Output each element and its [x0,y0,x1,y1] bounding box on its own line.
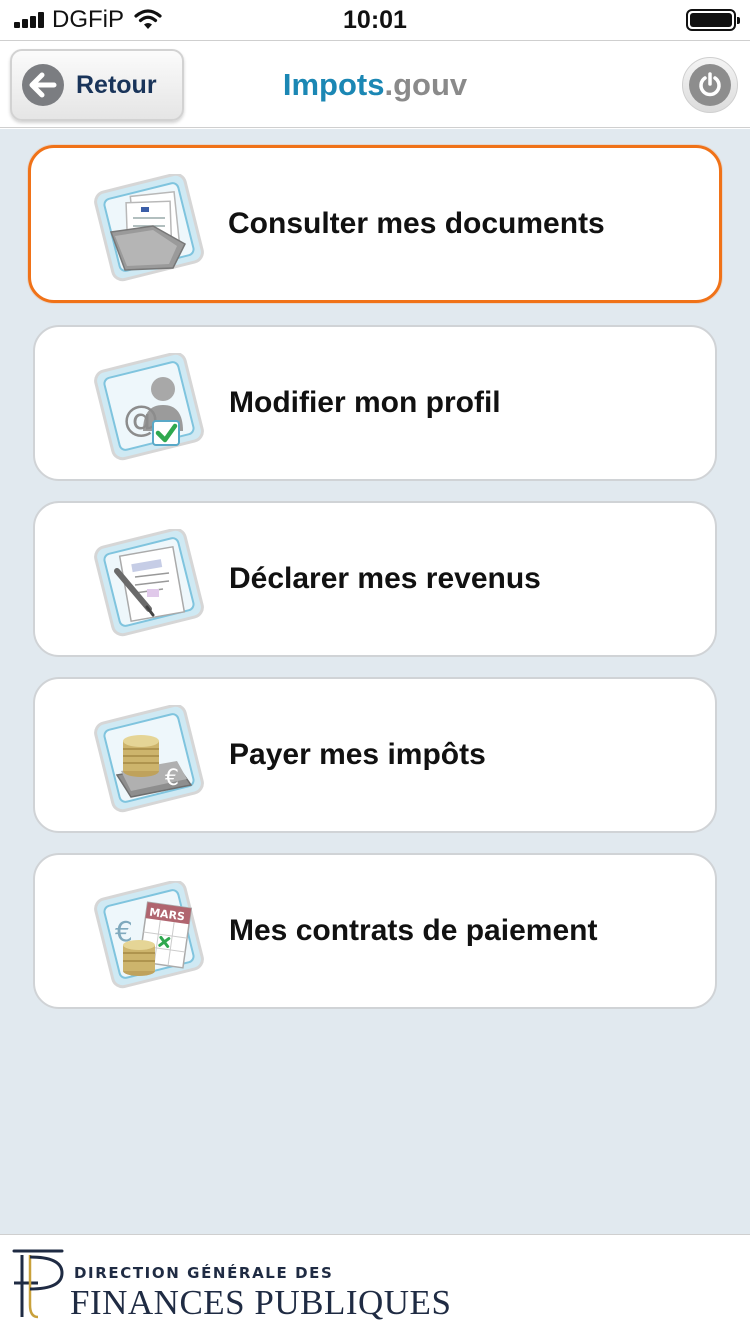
menu-item-label: Consulter mes documents [228,207,605,240]
brand-primary: Impots [282,67,385,102]
nav-bar: Retour Impots.gouv [0,40,750,128]
menu-item-modifier-profil[interactable]: @ Modifier mon profil [33,325,717,481]
profile-icon: @ [94,353,204,461]
menu-item-consulter-documents[interactable]: Consulter mes documents [28,145,722,303]
menu-item-payer-impots[interactable]: € Payer mes impôts [33,677,717,833]
status-bar: DGFiP 10:01 [0,0,750,40]
power-icon [689,64,731,106]
footer: DIRECTION GÉNÉRALE DES FINANCES PUBLIQUE… [0,1234,750,1334]
app-brand-title: Impots.gouv [0,67,750,103]
declaration-icon [94,529,204,637]
payment-coins-icon: € [94,705,204,813]
footer-org-line2: FINANCES PUBLIQUES [70,1283,452,1322]
calendar-contract-icon: MARS € [94,881,204,989]
menu-item-label: Déclarer mes revenus [229,562,541,595]
dgfip-logo-icon [12,1249,64,1319]
brand-secondary: .gouv [384,67,468,102]
svg-text:€: € [165,766,179,791]
menu-item-label: Mes contrats de paiement [229,914,598,947]
battery-icon [686,9,740,31]
clock: 10:01 [343,6,407,34]
power-button[interactable] [682,57,738,113]
documents-folder-icon [94,174,204,282]
menu-list: Consulter mes documents @ Modifier mon p… [0,129,750,1234]
footer-org-line1: DIRECTION GÉNÉRALE DES [74,1264,334,1282]
menu-item-label: Payer mes impôts [229,738,486,771]
menu-item-label: Modifier mon profil [229,386,501,419]
menu-item-declarer-revenus[interactable]: Déclarer mes revenus [33,501,717,657]
menu-item-contrats-paiement[interactable]: MARS € Mes contrats de paiement [33,853,717,1009]
